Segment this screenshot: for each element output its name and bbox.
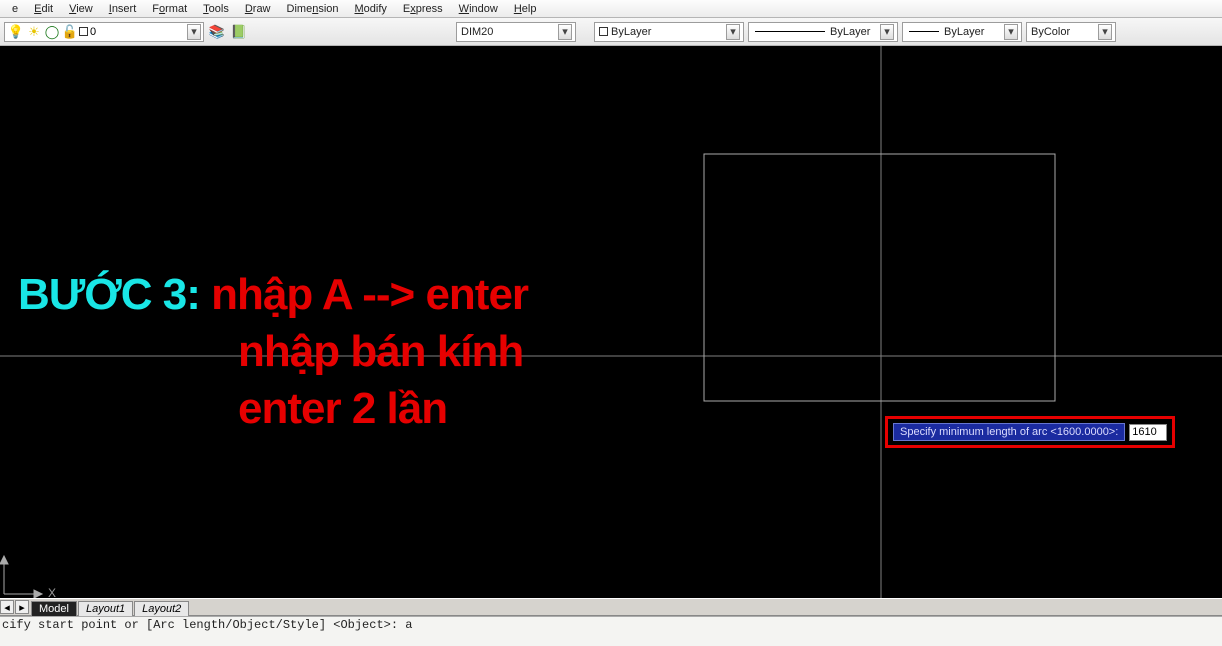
instr-line2: nhập bán kính	[18, 327, 523, 376]
menu-file[interactable]: e	[4, 2, 26, 16]
dynamic-input-box: Specify minimum length of arc <1600.0000…	[885, 416, 1175, 448]
layer-name-input[interactable]	[88, 26, 118, 38]
color-swatch	[79, 27, 88, 36]
instr-line3: enter 2 lần	[18, 384, 447, 433]
tab-layout2[interactable]: Layout2	[134, 601, 189, 616]
instr-line1: nhập A --> enter	[211, 270, 528, 319]
step-label: BƯỚC 3:	[18, 270, 200, 319]
plotstyle-value: ByColor	[1031, 26, 1095, 38]
properties-toolbar: 💡 ☀ ◯ 🔓 ▾ 📚 📗 DIM20 ▾ ByLayer ▾ ByLayer …	[0, 18, 1222, 46]
chevron-down-icon[interactable]: ▾	[187, 24, 201, 40]
lock-icon: 🔓	[61, 23, 79, 41]
tab-scroll-left[interactable]: ◂	[0, 600, 14, 614]
drawing-canvas[interactable]: X BƯỚC 3: nhập A --> enter nhập bán kính…	[0, 46, 1222, 598]
line-sample-icon	[909, 31, 939, 32]
color-swatch-icon	[599, 27, 608, 36]
command-line-area[interactable]: cify start point or [Arc length/Object/S…	[0, 616, 1222, 646]
lineweight-value: ByLayer	[944, 26, 1001, 38]
menu-view[interactable]: View	[61, 2, 101, 16]
tab-scroll-right[interactable]: ▸	[15, 600, 29, 614]
menubar: e Edit View Insert Format Tools Draw Dim…	[0, 0, 1222, 18]
linetype-combo[interactable]: ByLayer ▾	[748, 22, 898, 42]
line-sample-icon	[755, 31, 825, 32]
plotstyle-combo[interactable]: ByColor ▾	[1026, 22, 1116, 42]
menu-draw[interactable]: Draw	[237, 2, 279, 16]
menu-express[interactable]: Express	[395, 2, 451, 16]
lightbulb-icon: 💡	[7, 23, 25, 41]
dim-style-value: DIM20	[461, 26, 555, 38]
instruction-overlay: BƯỚC 3: nhập A --> enter nhập bán kính e…	[18, 266, 528, 438]
tab-model[interactable]: Model	[31, 601, 77, 616]
layer-iso-icon[interactable]: 📗	[230, 23, 248, 41]
circle-icon: ◯	[43, 23, 61, 41]
menu-edit[interactable]: Edit	[26, 2, 61, 16]
layer-state-combo[interactable]: 💡 ☀ ◯ 🔓 ▾	[4, 22, 204, 42]
layer-manager-icon[interactable]: 📚	[208, 23, 226, 41]
menu-dimension[interactable]: Dimension	[279, 2, 347, 16]
dynamic-input-field[interactable]	[1129, 424, 1167, 441]
color-combo[interactable]: ByLayer ▾	[594, 22, 744, 42]
lineweight-combo[interactable]: ByLayer ▾	[902, 22, 1022, 42]
dim-style-combo[interactable]: DIM20 ▾	[456, 22, 576, 42]
chevron-down-icon[interactable]: ▾	[1004, 24, 1018, 40]
tab-layout1[interactable]: Layout1	[78, 601, 133, 616]
linetype-value: ByLayer	[830, 26, 877, 38]
menu-insert[interactable]: Insert	[101, 2, 145, 16]
ucs-x-label: X	[48, 586, 56, 598]
chevron-down-icon[interactable]: ▾	[726, 24, 740, 40]
menu-window[interactable]: Window	[451, 2, 506, 16]
command-history-line: cify start point or [Arc length/Object/S…	[2, 618, 1220, 632]
menu-help[interactable]: Help	[506, 2, 545, 16]
color-value: ByLayer	[611, 26, 723, 38]
menu-tools[interactable]: Tools	[195, 2, 237, 16]
layout-tabs: ◂ ▸ Model Layout1 Layout2	[0, 598, 1222, 616]
dynamic-input-prompt: Specify minimum length of arc <1600.0000…	[893, 423, 1125, 441]
chevron-down-icon[interactable]: ▾	[880, 24, 894, 40]
chevron-down-icon[interactable]: ▾	[1098, 24, 1112, 40]
sun-icon: ☀	[25, 23, 43, 41]
menu-format[interactable]: Format	[144, 2, 195, 16]
menu-modify[interactable]: Modify	[347, 2, 395, 16]
chevron-down-icon[interactable]: ▾	[558, 24, 572, 40]
